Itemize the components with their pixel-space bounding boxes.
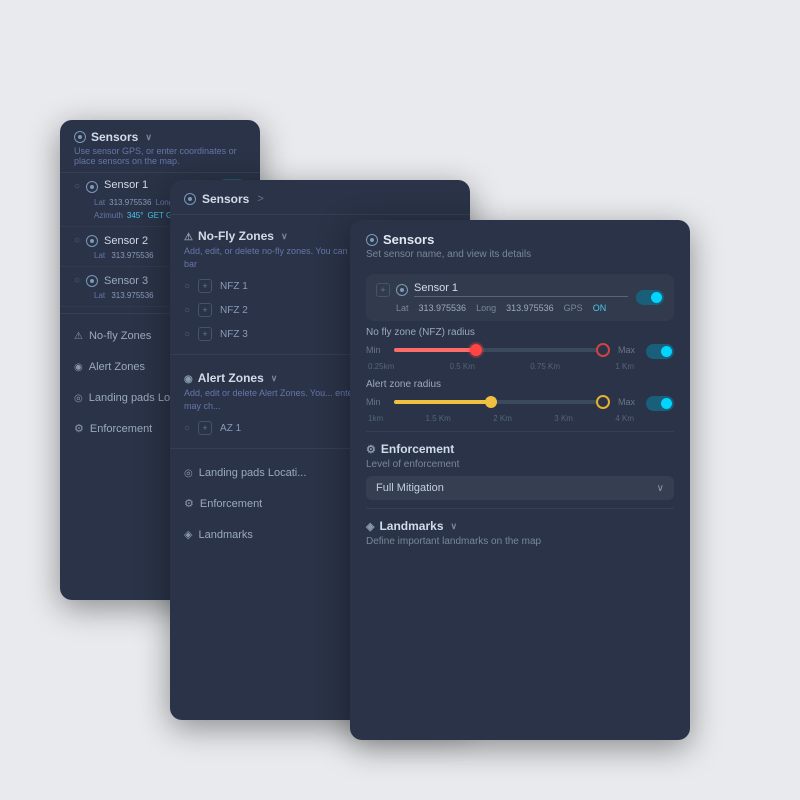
landing-icon [74, 392, 83, 404]
nfz-eye-1: ○ [184, 281, 190, 292]
p3-landmarks-subtitle: Define important landmarks on the map [366, 536, 674, 547]
p2-alert-icon [184, 371, 193, 385]
p3-long-label: Long [476, 303, 496, 313]
p2-landing-icon [184, 467, 193, 479]
p3-enforce-icon [366, 442, 376, 456]
enforce-label: Enforcement [90, 423, 152, 435]
p3-expand-icon[interactable]: + [376, 283, 390, 297]
lat-val-2: 313.975536 [111, 251, 153, 260]
p2-landmark-icon [184, 528, 192, 541]
p3-long-val: 313.975536 [506, 303, 554, 313]
p3-enforce-value: Full Mitigation [376, 482, 444, 494]
p3-enforce-dropdown[interactable]: Full Mitigation [366, 476, 674, 500]
p3-lat-label: Lat [396, 303, 409, 313]
p2-sensors-arrow: > [257, 193, 263, 205]
p3-alert-slider-section: Alert zone radius Min Max 1km 1.5 Km 2 K… [366, 379, 674, 423]
p3-sensor-icon [366, 234, 378, 246]
scene: Sensors ∨ Use sensor GPS, or enter coord… [40, 60, 760, 740]
p3-alert-title: Alert zone radius [366, 379, 674, 390]
lat-label-1: Lat [94, 198, 105, 207]
nfz-icon [74, 330, 83, 342]
az-eye-1: ○ [184, 423, 190, 434]
p3-alert-ticks: 1km 1.5 Km 2 Km 3 Km 4 Km [366, 414, 674, 423]
eye-icon-1: ○ [74, 181, 80, 192]
az-plus-1[interactable]: + [198, 421, 212, 435]
p3-alert-min: Min [366, 397, 386, 407]
nfz-name-2: NFZ 2 [220, 305, 248, 316]
azimuth-val-1: 345° [127, 211, 144, 220]
p2-landing-label: Landing pads Locati... [199, 467, 307, 479]
p3-alert-target[interactable] [596, 395, 610, 409]
panel1-header: Sensors ∨ Use sensor GPS, or enter coord… [60, 120, 260, 173]
p3-alert-fill [394, 400, 491, 404]
p3-sensors-subtitle: Set sensor name, and view its details [366, 249, 674, 260]
p3-sensor-toggle[interactable] [636, 290, 664, 305]
p3-nfz-fill [394, 348, 476, 352]
p3-sensor-card: + Sensor 1 Lat 313.975536 Long 313.97553… [366, 274, 674, 321]
p2-nfz-icon [184, 229, 193, 243]
p3-nfz-thumb[interactable] [470, 344, 482, 356]
panel1-title: Sensors ∨ [74, 130, 246, 144]
alert-label: Alert Zones [89, 361, 145, 373]
nfz-name-1: NFZ 1 [220, 281, 248, 292]
p3-gps-val: ON [593, 303, 607, 313]
p3-gps-label: GPS [564, 303, 583, 313]
p3-nfz-slider-section: No fly zone (NFZ) radius Min Max 0.25km … [366, 327, 674, 371]
p3-enforce-subtitle: Level of enforcement [366, 459, 674, 470]
enforce-icon [74, 422, 84, 435]
nfz-plus-1[interactable]: + [198, 279, 212, 293]
nfz-eye-3: ○ [184, 329, 190, 340]
p3-sensor-icon-detail [396, 284, 408, 296]
p3-alert-track[interactable] [394, 400, 610, 404]
p3-lat-val: 313.975536 [419, 303, 467, 313]
p3-nfz-ticks: 0.25km 0.5 Km 0.75 Km 1 Km [366, 362, 674, 371]
sensor-icon-1 [86, 181, 98, 193]
p2-landmark-label: Landmarks [198, 529, 252, 541]
sensor-icon [74, 131, 86, 143]
p3-sensors-title: Sensors [366, 232, 674, 247]
p3-enforce-title: Enforcement [366, 442, 674, 456]
eye-icon-2: ○ [74, 235, 80, 246]
p3-landmarks-title: Landmarks ∨ [366, 519, 674, 533]
p3-sensor-name: Sensor 1 [414, 282, 628, 297]
nfz-name-3: NFZ 3 [220, 329, 248, 340]
sensor-icon-3 [86, 275, 98, 287]
p2-sensors-header[interactable]: Sensors > [170, 180, 470, 215]
p3-dropdown-arrow [657, 483, 664, 494]
p3-alert-thumb[interactable] [485, 396, 497, 408]
lat-val-1: 313.975536 [109, 198, 151, 207]
lat-val-3: 313.975536 [111, 291, 153, 300]
p3-nfz-min: Min [366, 345, 386, 355]
p3-sensor-name-container: Sensor 1 [414, 282, 628, 297]
p3-enforcement: Enforcement Level of enforcement Full Mi… [366, 431, 674, 500]
p3-nfz-max: Max [618, 345, 638, 355]
p2-enforce-icon [184, 497, 194, 510]
p2-sensor-icon [184, 193, 196, 205]
p3-header: Sensors Set sensor name, and view its de… [350, 220, 690, 268]
p3-nfz-target[interactable] [596, 343, 610, 357]
p3-nfz-title: No fly zone (NFZ) radius [366, 327, 674, 338]
p3-nfz-track[interactable] [394, 348, 610, 352]
p3-nfz-toggle[interactable] [646, 344, 674, 359]
nfz-label: No-fly Zones [89, 330, 151, 342]
p2-sensors-label: Sensors [202, 192, 249, 206]
sensor-icon-2 [86, 235, 98, 247]
nfz-plus-2[interactable]: + [198, 303, 212, 317]
alert-icon [74, 361, 83, 373]
p2-enforce-label: Enforcement [200, 498, 262, 510]
eye-icon-3: ○ [74, 275, 80, 286]
az-name-1: AZ 1 [220, 423, 241, 434]
p3-alert-max: Max [618, 397, 638, 407]
lat-label-2: Lat [94, 251, 105, 260]
p3-landmarks: Landmarks ∨ Define important landmarks o… [366, 508, 674, 547]
azimuth-label-1: Azimuth [94, 211, 123, 220]
lat-label-3: Lat [94, 291, 105, 300]
p3-landmark-icon [366, 519, 374, 533]
nfz-plus-3[interactable]: + [198, 327, 212, 341]
panel-detail: Sensors Set sensor name, and view its de… [350, 220, 690, 740]
panel1-subtitle: Use sensor GPS, or enter coordinates or … [74, 146, 246, 166]
p3-alert-toggle[interactable] [646, 396, 674, 411]
nfz-eye-2: ○ [184, 305, 190, 316]
